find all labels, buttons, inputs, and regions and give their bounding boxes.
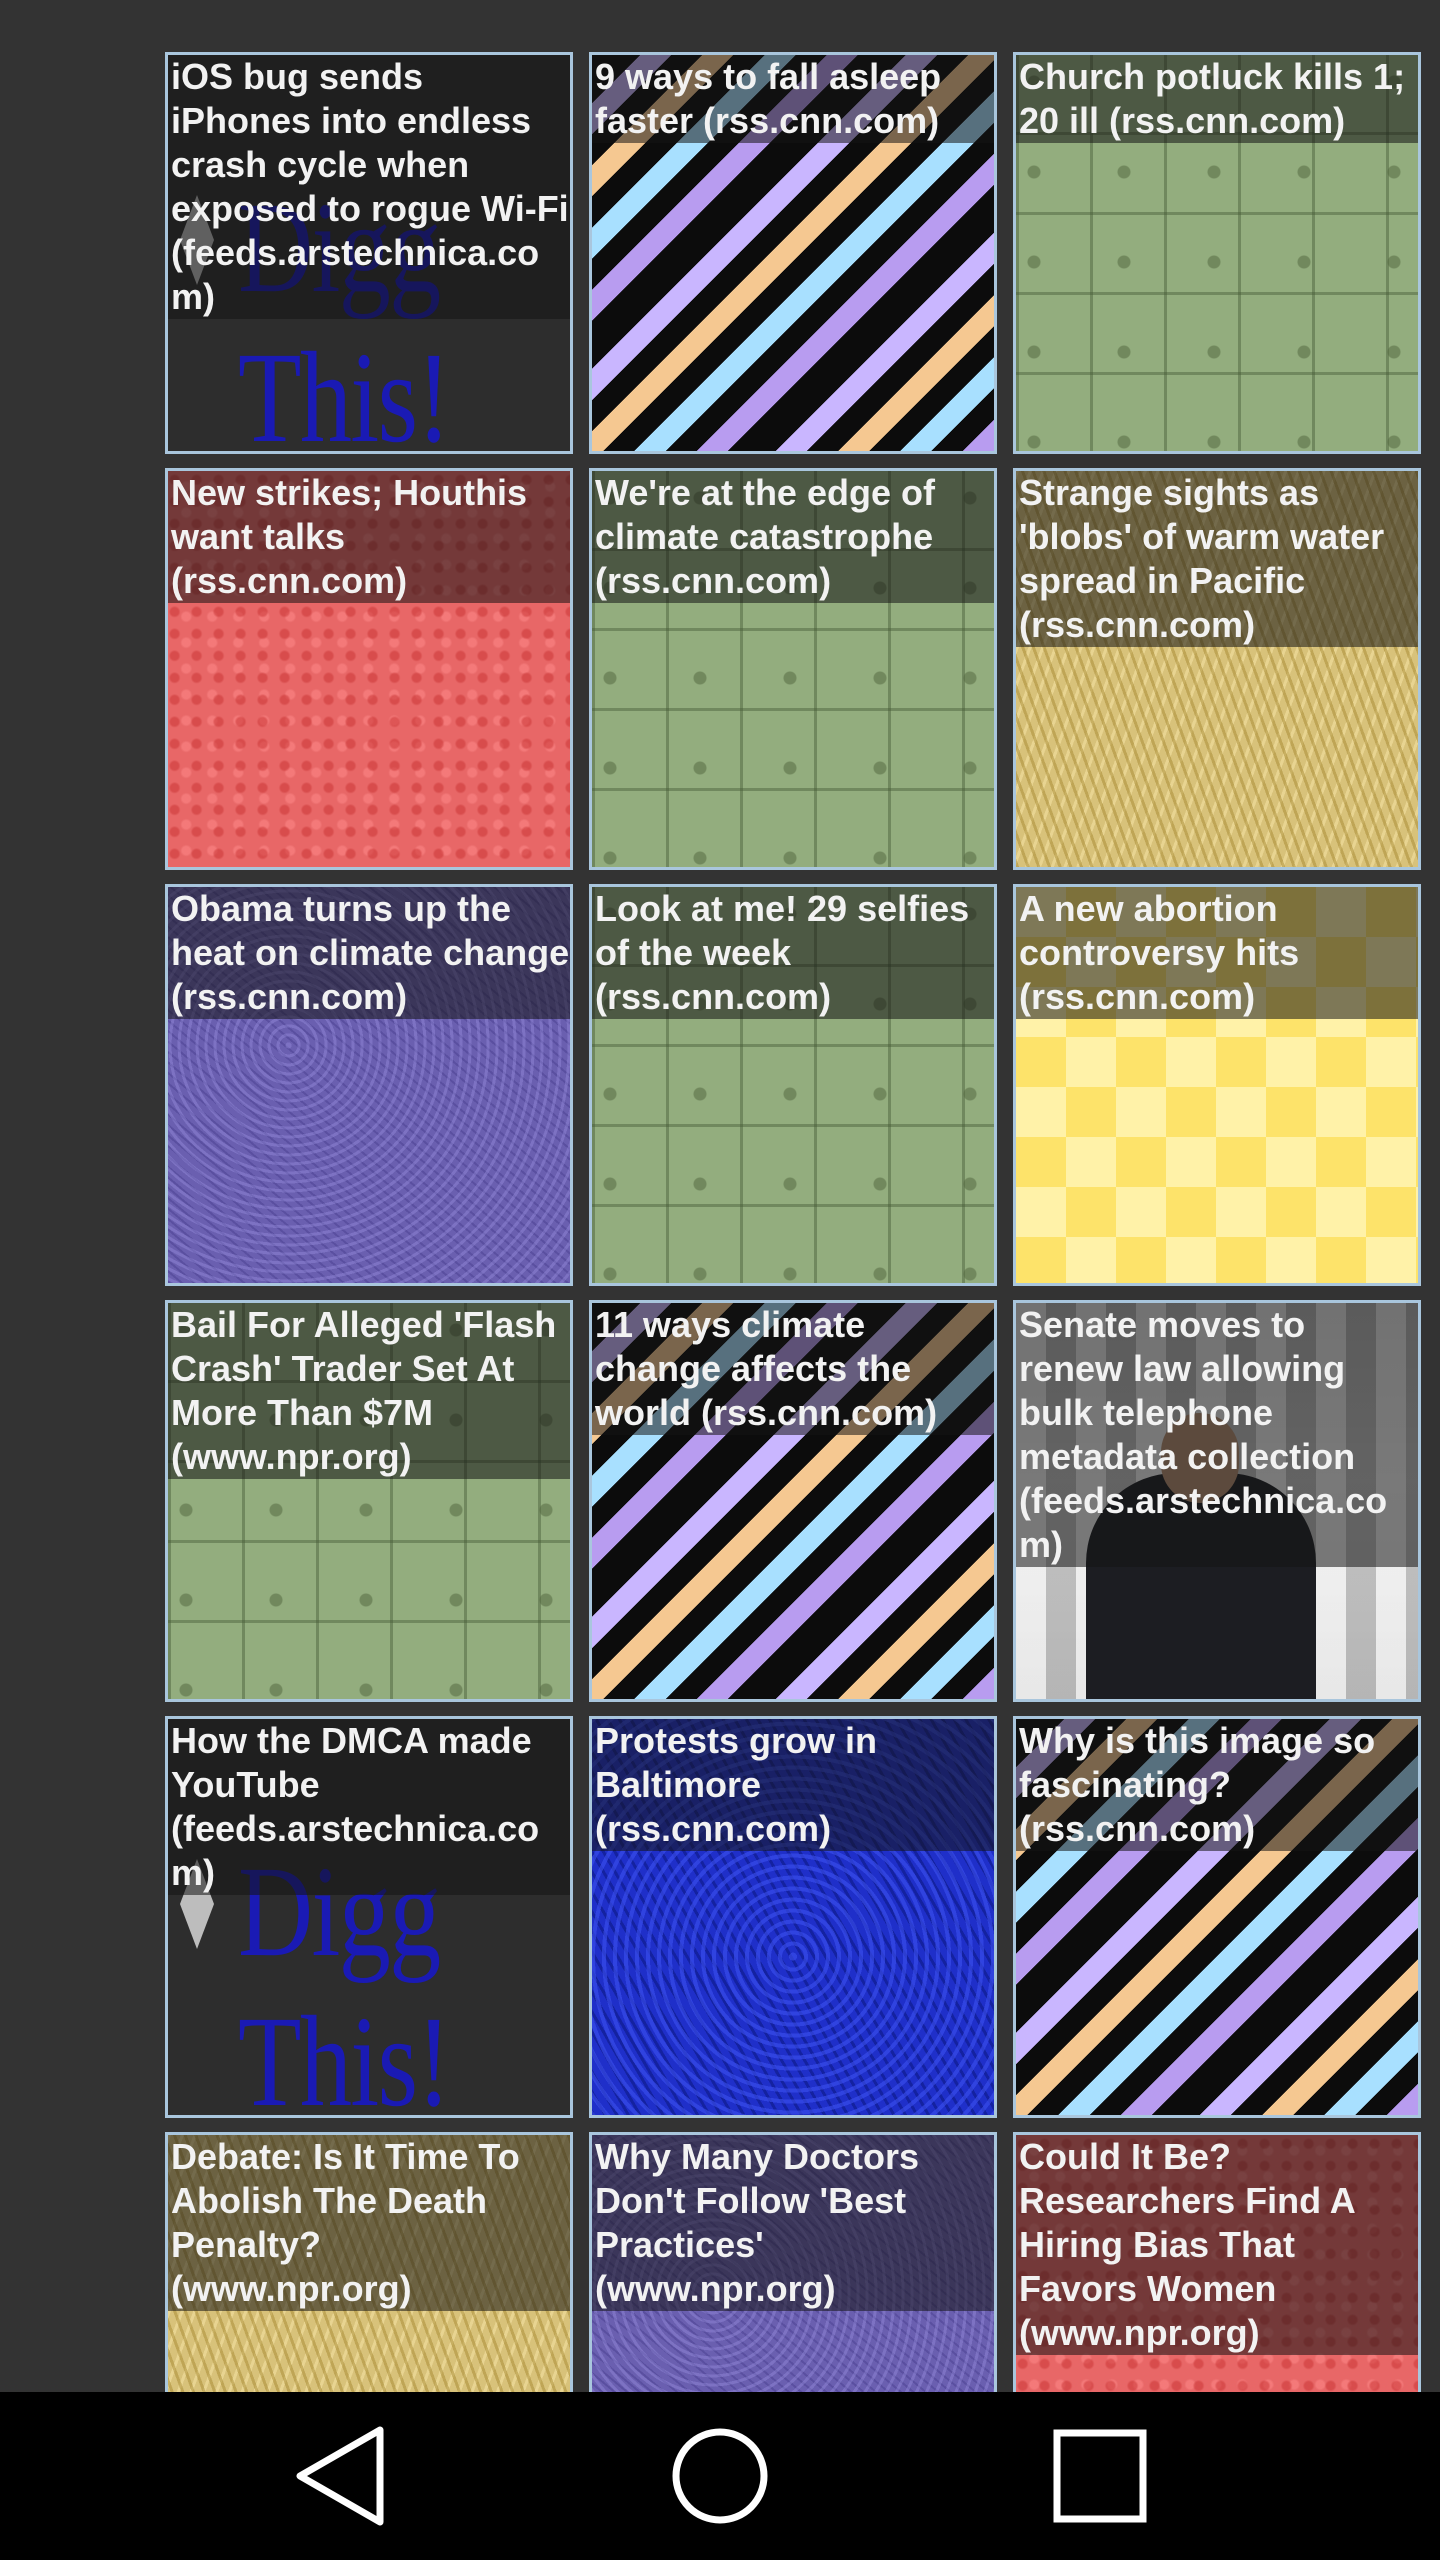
news-tile[interactable]: Church potluck kills 1; 20 ill (rss.cnn.… (1013, 52, 1421, 454)
tile-title: iOS bug sends iPhones into endless crash… (171, 56, 569, 317)
title-overlay: New strikes; Houthis want talks (rss.cnn… (168, 471, 570, 603)
title-overlay: A new abortion controversy hits (rss.cnn… (1016, 887, 1418, 1019)
tile-title: 11 ways climate change affects the world… (595, 1304, 938, 1433)
title-overlay: How the DMCA made YouTube (feeds.arstech… (168, 1719, 570, 1895)
title-overlay: 11 ways climate change affects the world… (592, 1303, 994, 1435)
tile-title: How the DMCA made YouTube (feeds.arstech… (171, 1720, 540, 1893)
news-tile[interactable]: Strange sights as 'blobs' of warm water … (1013, 468, 1421, 870)
title-overlay: Why is this image so fascinating? (rss.c… (1016, 1719, 1418, 1851)
news-grid-screen: Digg This!iOS bug sends iPhones into end… (0, 0, 1440, 2560)
title-overlay: Look at me! 29 selfies of the week (rss.… (592, 887, 994, 1019)
recents-square-icon (1053, 2429, 1147, 2523)
title-overlay: Could It Be? Researchers Find A Hiring B… (1016, 2135, 1418, 2355)
tile-title: Why Many Doctors Don't Follow 'Best Prac… (595, 2136, 920, 2309)
news-tile[interactable]: New strikes; Houthis want talks (rss.cnn… (165, 468, 573, 870)
tile-title: Why is this image so fascinating? (rss.c… (1019, 1720, 1376, 1849)
back-button[interactable] (240, 2392, 440, 2560)
news-tile[interactable]: Why is this image so fascinating? (rss.c… (1013, 1716, 1421, 2118)
news-tile[interactable]: 9 ways to fall asleep faster (rss.cnn.co… (589, 52, 997, 454)
tile-title: Bail For Alleged 'Flash Crash' Trader Se… (171, 1304, 557, 1477)
tile-title: Obama turns up the heat on climate chang… (171, 888, 570, 1017)
back-triangle-icon (296, 2426, 384, 2526)
title-overlay: Bail For Alleged 'Flash Crash' Trader Se… (168, 1303, 570, 1479)
home-button[interactable] (620, 2392, 820, 2560)
title-overlay: Senate moves to renew law allowing bulk … (1016, 1303, 1418, 1567)
tile-title: Strange sights as 'blobs' of warm water … (1019, 472, 1385, 645)
news-tile[interactable]: Obama turns up the heat on climate chang… (165, 884, 573, 1286)
tile-title: New strikes; Houthis want talks (rss.cnn… (171, 472, 528, 601)
tile-title: Senate moves to renew law allowing bulk … (1019, 1304, 1388, 1565)
news-tile[interactable]: A new abortion controversy hits (rss.cnn… (1013, 884, 1421, 1286)
title-overlay: Strange sights as 'blobs' of warm water … (1016, 471, 1418, 647)
title-overlay: 9 ways to fall asleep faster (rss.cnn.co… (592, 55, 994, 143)
news-tile[interactable]: Senate moves to renew law allowing bulk … (1013, 1300, 1421, 1702)
recents-button[interactable] (1000, 2392, 1200, 2560)
news-tile[interactable]: Bail For Alleged 'Flash Crash' Trader Se… (165, 1300, 573, 1702)
tile-title: Look at me! 29 selfies of the week (rss.… (595, 888, 970, 1017)
tile-title: 9 ways to fall asleep faster (rss.cnn.co… (595, 56, 942, 141)
title-overlay: Church potluck kills 1; 20 ill (rss.cnn.… (1016, 55, 1418, 143)
tile-title: Church potluck kills 1; 20 ill (rss.cnn.… (1019, 56, 1406, 141)
title-overlay: Debate: Is It Time To Abolish The Death … (168, 2135, 570, 2311)
news-tile[interactable]: 11 ways climate change affects the world… (589, 1300, 997, 1702)
tile-title: Protests grow in Baltimore (rss.cnn.com) (595, 1720, 878, 1849)
title-overlay: Why Many Doctors Don't Follow 'Best Prac… (592, 2135, 994, 2311)
title-overlay: We're at the edge of climate catastrophe… (592, 471, 994, 603)
tile-title: We're at the edge of climate catastrophe… (595, 472, 935, 601)
title-overlay: Obama turns up the heat on climate chang… (168, 887, 570, 1019)
system-navigation-bar (0, 2392, 1440, 2560)
news-tile[interactable]: Protests grow in Baltimore (rss.cnn.com) (589, 1716, 997, 2118)
tile-title: Debate: Is It Time To Abolish The Death … (171, 2136, 520, 2309)
news-tile[interactable]: Digg This! How the DMCA made YouTube (fee… (165, 1716, 573, 2118)
title-overlay: Protests grow in Baltimore (rss.cnn.com) (592, 1719, 994, 1851)
news-tile[interactable]: Digg This!iOS bug sends iPhones into end… (165, 52, 573, 454)
tile-title: A new abortion controversy hits (rss.cnn… (1019, 888, 1300, 1017)
news-tile[interactable]: We're at the edge of climate catastrophe… (589, 468, 997, 870)
tile-title: Could It Be? Researchers Find A Hiring B… (1019, 2136, 1355, 2353)
news-tile[interactable]: Look at me! 29 selfies of the week (rss.… (589, 884, 997, 1286)
title-overlay: iOS bug sends iPhones into endless crash… (168, 55, 570, 319)
home-circle-icon (672, 2428, 768, 2524)
